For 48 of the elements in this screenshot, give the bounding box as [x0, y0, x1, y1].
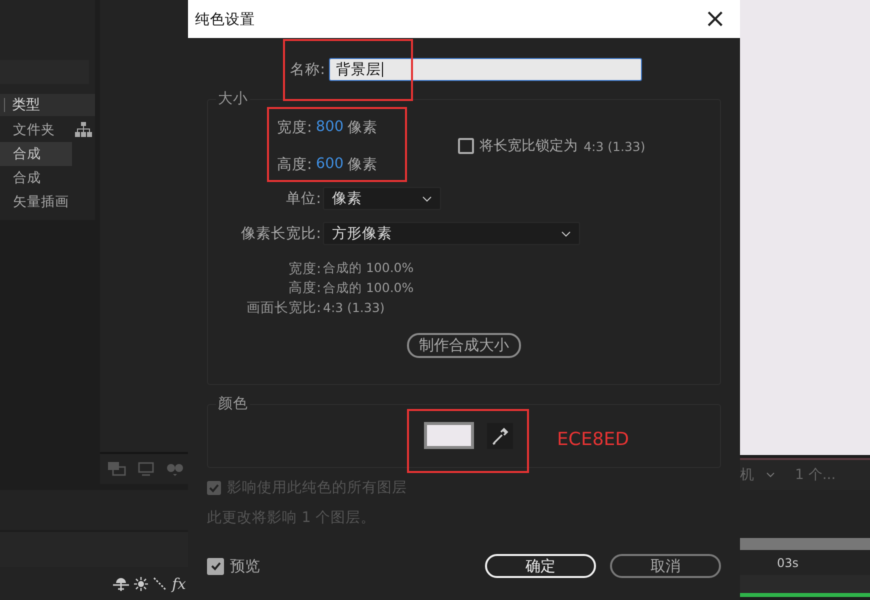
shy-icon[interactable] [112, 576, 129, 590]
chevron-icon [561, 230, 571, 236]
close-button[interactable]: × [698, 6, 732, 32]
dimension-label: 高度: [277, 156, 312, 174]
effects-text: fx [172, 574, 186, 592]
name-label: 名称: [289, 60, 325, 78]
chevron-icon [422, 196, 432, 202]
pixel-aspect-label: 像素长宽比: [240, 224, 321, 243]
dimension-label: 宽度: [277, 118, 312, 136]
ok-button[interactable]: 确定 [485, 554, 596, 578]
name-field[interactable]: 背景层 [329, 58, 642, 80]
checkmark-icon [210, 560, 222, 572]
diagonal-line-icon[interactable] [152, 576, 167, 590]
info-value: 合成的 100.0% [323, 280, 414, 297]
time-marker: 03s [777, 556, 799, 570]
info-label: 宽度: [287, 260, 321, 278]
preview-checkbox[interactable] [207, 558, 224, 574]
lock-checkbox[interactable] [458, 138, 474, 154]
hierarchy-icon[interactable] [75, 122, 92, 137]
pixel-aspect-dropdown[interactable]: 方形像素 [323, 222, 580, 245]
sun-icon[interactable] [134, 576, 148, 590]
group-title: 颜色 [216, 394, 250, 413]
window-title: 纯色设置 [195, 10, 255, 28]
units-label: 单位: [285, 190, 321, 208]
info-value: 合成的 100.0% [323, 260, 414, 278]
project-item[interactable]: 合成 [0, 142, 72, 166]
lock-label: 将长宽比锁定为 [480, 137, 578, 155]
project-item[interactable]: 文件夹 [0, 118, 72, 142]
column-header[interactable]: 类型 [0, 94, 95, 116]
eyedropper-icon[interactable] [487, 422, 513, 448]
ratio-text: 4:3 (1.33) [584, 138, 646, 154]
project-item[interactable]: 合成 [0, 166, 72, 190]
units-dropdown[interactable]: 像素 [323, 187, 441, 210]
unit-text: 像素 [348, 156, 378, 174]
group-title: 大小 [216, 89, 250, 108]
color-swatch[interactable] [424, 422, 474, 449]
unit-text: 像素 [348, 118, 378, 136]
preview-label: 预览 [230, 556, 260, 576]
annotation-text: ECE8ED [557, 429, 629, 450]
info-label: 画面长宽比: [245, 298, 321, 317]
dimension-value[interactable]: 600 [316, 156, 344, 172]
chevron-icon [766, 472, 775, 478]
info-label: 高度: [287, 279, 321, 298]
dimension-value[interactable]: 800 [316, 119, 344, 135]
project-item[interactable]: 矢量插画 [0, 190, 72, 214]
cancel-button[interactable]: 取消 [610, 554, 721, 578]
make-comp-size-button[interactable]: 制作合成大小 [407, 332, 521, 358]
info-value: 4:3 (1.33) [323, 300, 385, 316]
